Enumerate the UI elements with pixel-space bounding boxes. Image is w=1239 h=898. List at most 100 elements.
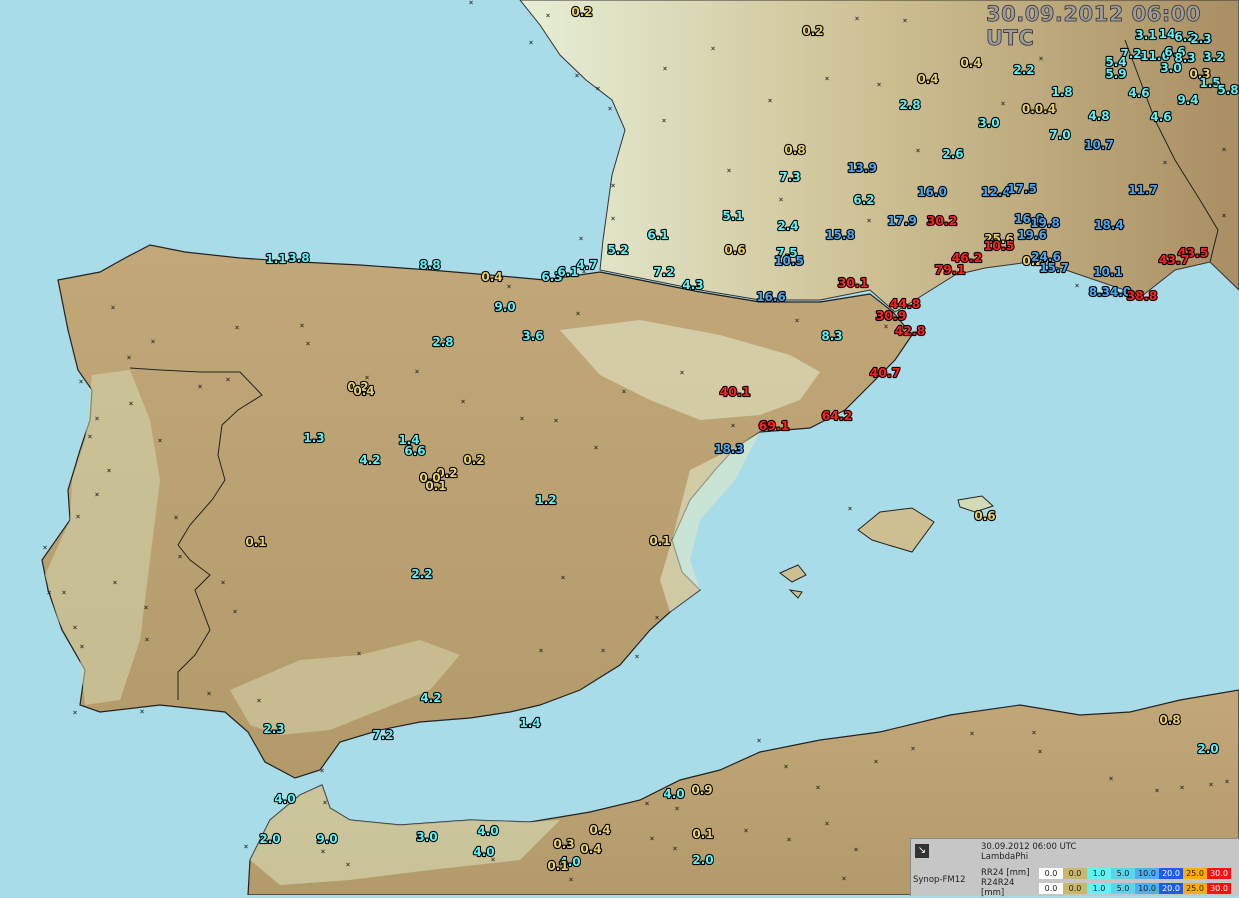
station-marker-icon: ×: [645, 799, 650, 808]
precip-value-label: 2.2: [1013, 63, 1034, 77]
station-marker-icon: ×: [221, 578, 226, 587]
precip-value-label: 0.8: [1159, 713, 1180, 727]
station-marker-icon: ×: [469, 0, 474, 7]
legend-panel: ↘ 30.09.2012 06:00 UTC LambdaPhi Synop-F…: [910, 838, 1239, 898]
station-marker-icon: ×: [1075, 281, 1080, 290]
legend-swatch: 10.0: [1135, 882, 1159, 894]
station-marker-icon: ×: [561, 573, 566, 582]
station-marker-icon: ×: [854, 845, 859, 854]
station-marker-icon: ×: [144, 603, 149, 612]
precip-value-label: 2.3: [263, 722, 284, 736]
station-marker-icon: ×: [711, 44, 716, 53]
precip-value-label: 5.2: [607, 243, 628, 257]
precip-value-label: 2.0: [1197, 742, 1218, 756]
precip-value-label: 4.7: [576, 258, 597, 272]
station-marker-icon: ×: [554, 416, 559, 425]
station-marker-icon: ×: [1001, 99, 1006, 108]
precip-value-label: 16.0: [917, 185, 947, 199]
station-marker-icon: ×: [95, 490, 100, 499]
station-marker-icon: ×: [113, 578, 118, 587]
precip-value-label: 0.4: [917, 72, 938, 86]
precip-value-label: 7.2: [372, 728, 393, 742]
legend-swatch: 1.0: [1087, 882, 1111, 894]
station-marker-icon: ×: [257, 696, 262, 705]
station-marker-icon: ×: [1155, 786, 1160, 795]
arrow-icon[interactable]: ↘: [915, 844, 929, 858]
map-canvas: × × × × × × × × × × × × × × × × × × × × × × × × × × × × × × × × × × × × × × × ×…: [0, 0, 1239, 895]
legend-swatch: 0.0: [1063, 867, 1087, 879]
station-marker-icon: ×: [650, 834, 655, 843]
precip-value-label: 0.4: [580, 842, 601, 856]
precip-value-label: 8.8: [419, 258, 440, 272]
legend-swatch: 1.0: [1087, 867, 1111, 879]
station-marker-icon: ×: [323, 798, 328, 807]
station-marker-icon: ×: [611, 181, 616, 190]
precip-value-label: 2.8: [899, 98, 920, 112]
station-marker-icon: ×: [825, 74, 830, 83]
station-marker-icon: ×: [655, 613, 660, 622]
precip-value-label: 10.5: [774, 254, 804, 268]
precip-value-label: 3.8: [288, 251, 309, 265]
precip-value-label: 40.7: [870, 365, 901, 380]
legend-swatch: 30.0: [1207, 867, 1231, 879]
precip-value-label: 4.2: [359, 453, 380, 467]
station-marker-icon: ×: [47, 588, 52, 597]
precip-value-label: 16.6: [756, 290, 786, 304]
precip-value-label: 2.0: [692, 853, 713, 867]
legend-swatch: 0.0: [1039, 882, 1063, 894]
precip-value-label: 0.4: [960, 56, 981, 70]
station-marker-icon: ×: [779, 195, 784, 204]
station-marker-icon: ×: [569, 875, 574, 884]
station-marker-icon: ×: [415, 367, 420, 376]
legend-swatch: 5.0: [1111, 882, 1135, 894]
station-marker-icon: ×: [768, 96, 773, 105]
station-marker-icon: ×: [916, 146, 921, 155]
precip-value-label: 0.3: [553, 837, 574, 851]
station-marker-icon: ×: [140, 707, 145, 716]
station-marker-icon: ×: [727, 166, 732, 175]
precip-value-label: 30.9: [876, 308, 907, 323]
precip-value-label: 6.1: [647, 228, 668, 242]
station-marker-icon: ×: [635, 652, 640, 661]
precip-value-label: 3.6: [522, 329, 543, 343]
station-marker-icon: ×: [95, 414, 100, 423]
precip-value-label: 0.4: [589, 823, 610, 837]
precip-value-label: 2.0: [259, 832, 280, 846]
station-marker-icon: ×: [575, 71, 580, 80]
precip-value-label: 9.0: [494, 300, 515, 314]
precip-value-label: 2.8: [432, 335, 453, 349]
datetime-title: 30.09.2012 06:00 UTC: [986, 2, 1202, 51]
station-marker-icon: ×: [855, 14, 860, 23]
station-marker-icon: ×: [88, 432, 93, 441]
precip-value-label: 19.6: [1017, 228, 1047, 242]
station-marker-icon: ×: [306, 339, 311, 348]
station-marker-icon: ×: [178, 552, 183, 561]
station-marker-icon: ×: [300, 321, 305, 330]
station-marker-icon: ×: [461, 397, 466, 406]
precip-value-label: 0.2: [571, 5, 592, 19]
precip-value-label: 42.8: [895, 323, 926, 338]
legend-swatch: 0.0: [1063, 882, 1087, 894]
precip-value-label: 5.1: [722, 209, 743, 223]
precip-value-label: 38.8: [1127, 288, 1158, 303]
station-marker-icon: ×: [579, 234, 584, 243]
legend-swatch: 0.0: [1039, 867, 1063, 879]
precip-value-label: 4.0: [477, 824, 498, 838]
station-marker-icon: ×: [608, 104, 613, 113]
precip-value-label: 10.5: [984, 238, 1015, 253]
precip-value-label: 11.7: [1128, 183, 1158, 197]
precip-value-label: 18.3: [714, 442, 744, 456]
station-marker-icon: ×: [1180, 783, 1185, 792]
station-marker-icon: ×: [787, 835, 792, 844]
precip-value-label: 3.0: [978, 116, 999, 130]
precip-value-label: 17.9: [887, 214, 917, 228]
station-marker-icon: ×: [911, 744, 916, 753]
precip-value-label: 1.1: [265, 252, 286, 266]
station-marker-icon: ×: [151, 337, 156, 346]
station-marker-icon: ×: [884, 322, 889, 331]
station-marker-icon: ×: [539, 646, 544, 655]
station-marker-icon: ×: [1039, 54, 1044, 63]
station-marker-icon: ×: [62, 588, 67, 597]
station-marker-icon: ×: [1032, 728, 1037, 737]
station-marker-icon: ×: [848, 504, 853, 513]
